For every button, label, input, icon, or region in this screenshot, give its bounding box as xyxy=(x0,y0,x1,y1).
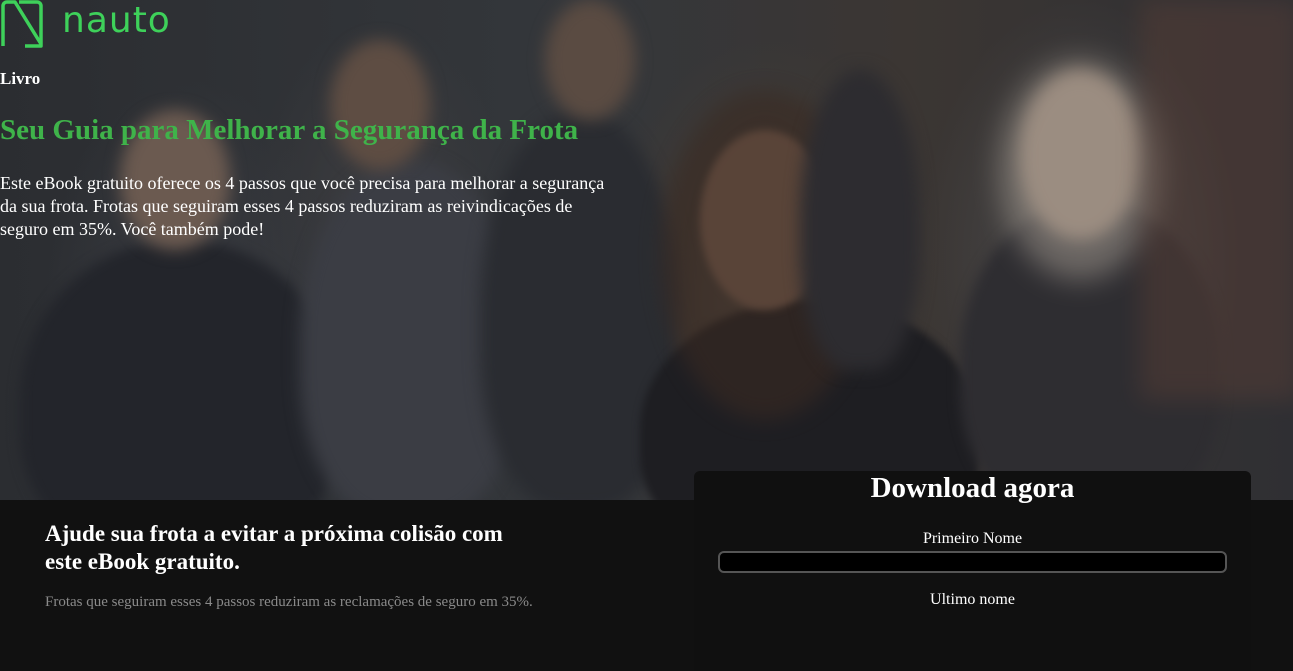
content-type-label: Livro xyxy=(0,69,41,88)
brand-logo[interactable]: nauto xyxy=(0,0,171,48)
pitch-title: Ajude sua frota a evitar a próxima colis… xyxy=(45,521,503,574)
first-name-label: Primeiro Nome xyxy=(922,530,1023,547)
last-name-label: Ultimo nome xyxy=(930,591,1015,608)
pitch-subtitle: Frotas que seguiram esses 4 passos reduz… xyxy=(45,594,533,610)
download-form: Download agora Primeiro Nome Ultimo nome xyxy=(694,471,1251,671)
background-hair xyxy=(1000,60,1160,280)
form-title: Download agora xyxy=(870,472,1075,504)
page-title: Seu Guia para Melhorar a Segurança da Fr… xyxy=(0,114,579,146)
nauto-logo-icon xyxy=(1,0,43,48)
background-face xyxy=(545,0,635,120)
first-name-input[interactable] xyxy=(718,551,1227,573)
background-wall xyxy=(1140,0,1293,400)
background-face xyxy=(330,40,430,170)
background-person xyxy=(800,70,920,370)
logo-wordmark: nauto xyxy=(62,0,171,41)
hero-section: nauto Livro Seu Guia para Melhorar a Seg… xyxy=(0,0,1293,500)
hero-description: Este eBook gratuito oferece os 4 passos … xyxy=(0,173,605,239)
background-person xyxy=(20,240,340,500)
